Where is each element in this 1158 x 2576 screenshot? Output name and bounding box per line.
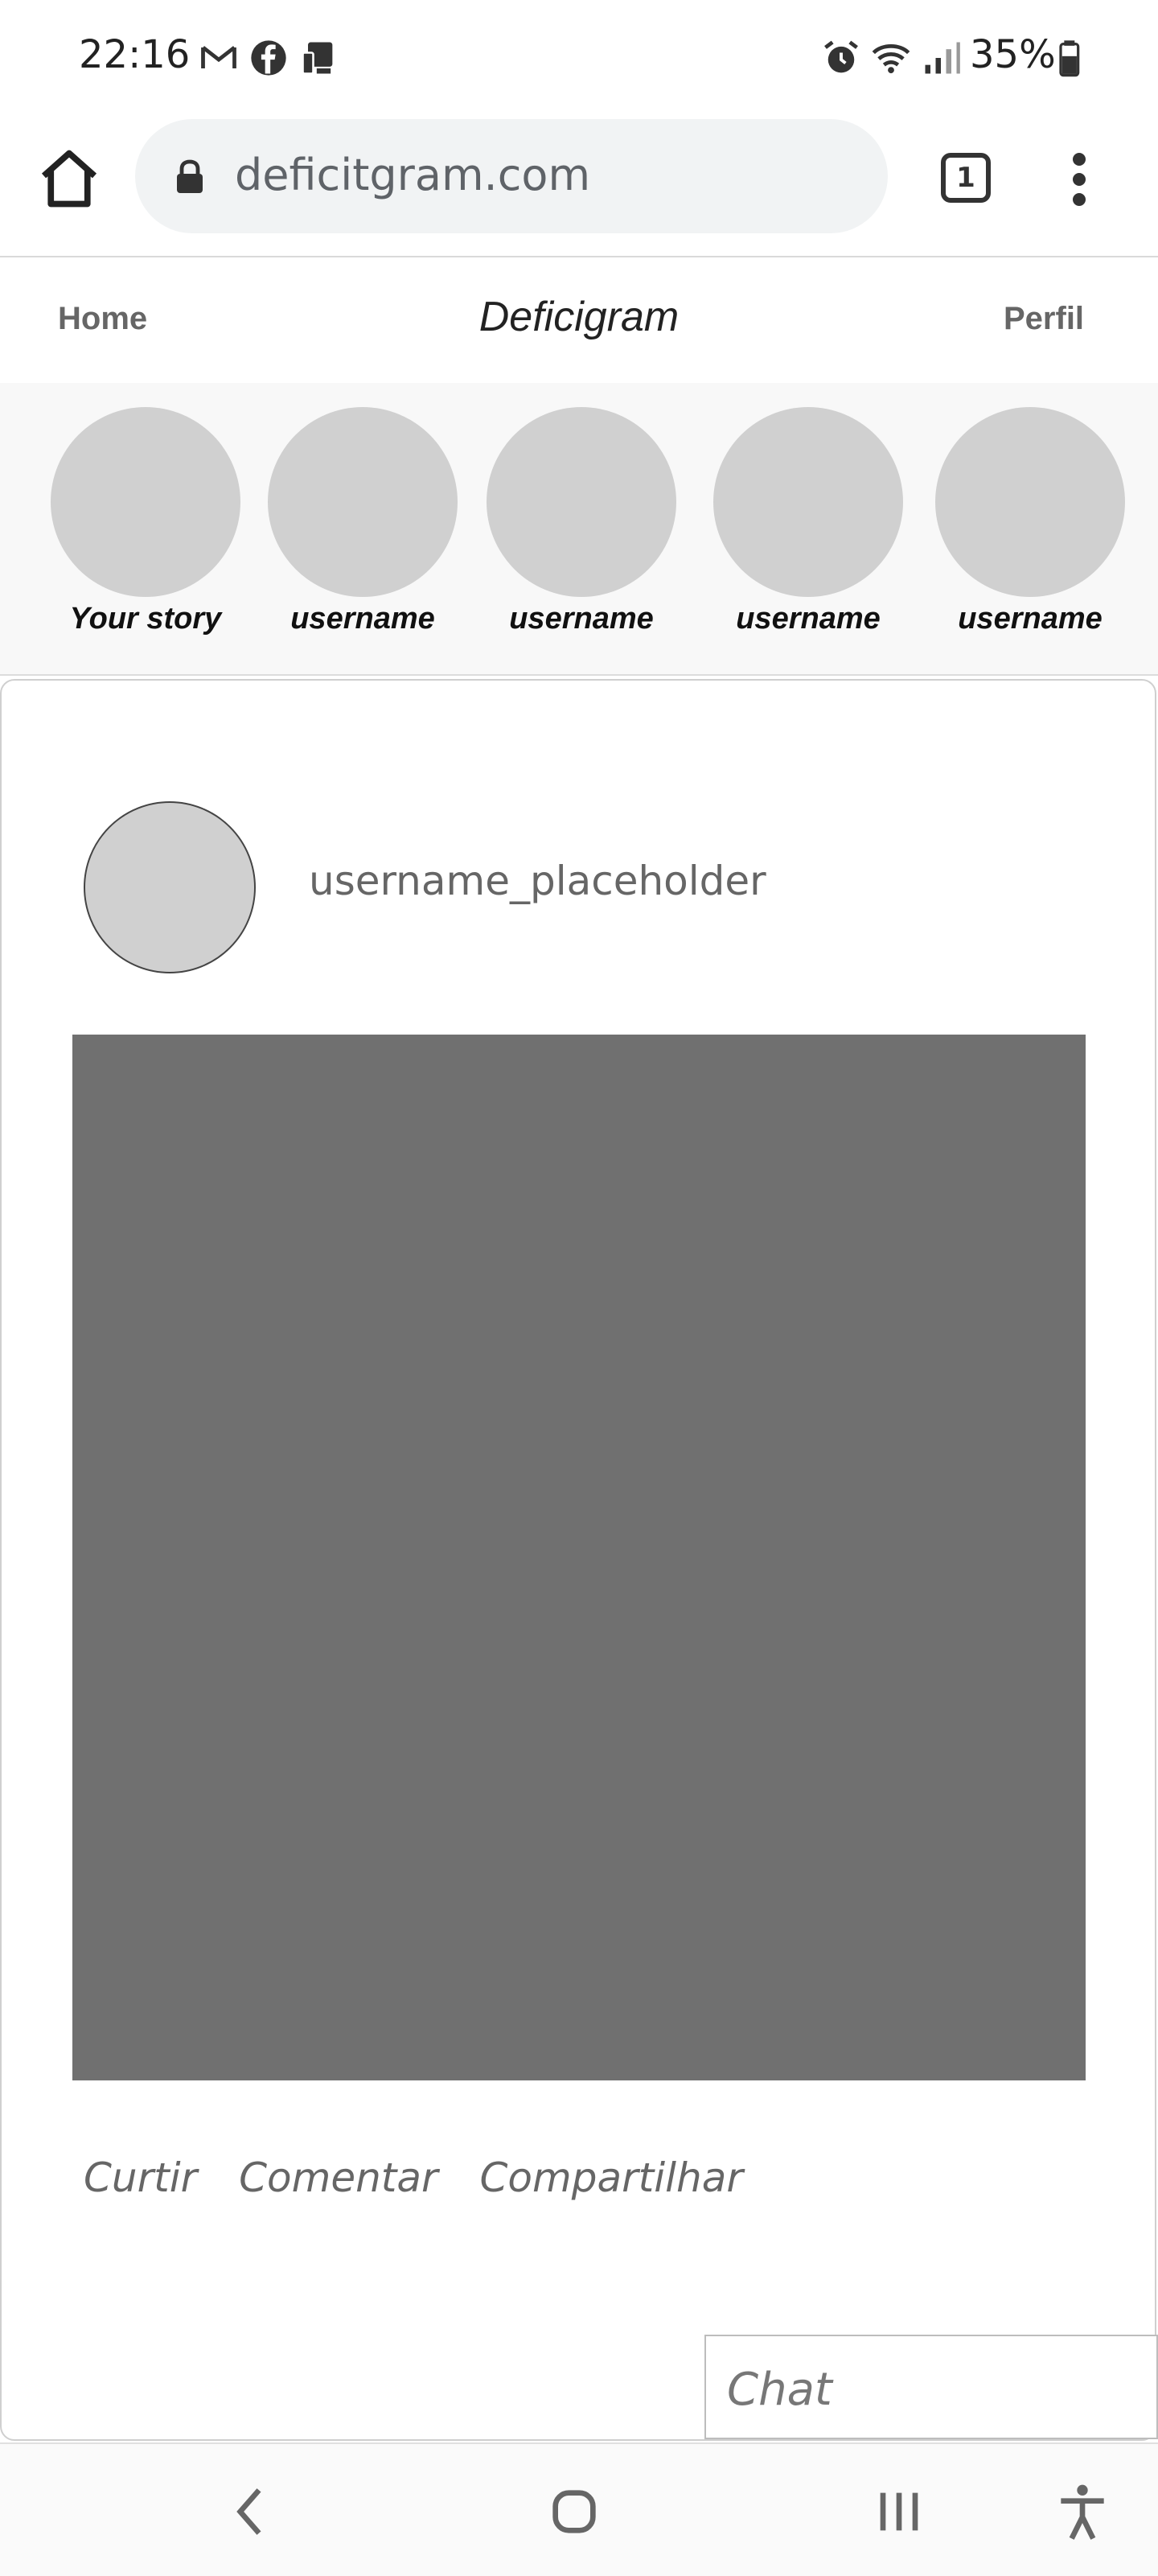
lock-icon: [177, 159, 203, 193]
more-options-icon[interactable]: [1060, 150, 1100, 209]
nav-profile-link[interactable]: Perfil: [1004, 301, 1084, 337]
share-button[interactable]: Compartilhar: [480, 2154, 743, 2201]
post-avatar[interactable]: [84, 801, 256, 973]
home-icon[interactable]: [35, 145, 103, 212]
signal-icon: [925, 42, 960, 74]
post-image[interactable]: [72, 1035, 1086, 2080]
gmail-icon: [201, 46, 236, 68]
story-avatar[interactable]: [713, 407, 903, 597]
story-item[interactable]: Your story: [45, 407, 246, 636]
back-icon[interactable]: [219, 2479, 283, 2544]
tab-switcher-button[interactable]: 1: [941, 153, 991, 203]
wifi-icon: [872, 44, 910, 74]
chat-box[interactable]: Chat: [704, 2335, 1158, 2439]
stories-bar: Your story username username username us…: [0, 383, 1158, 676]
story-avatar[interactable]: [487, 407, 676, 597]
story-avatar[interactable]: [935, 407, 1125, 597]
chat-label: Chat: [727, 2364, 832, 2416]
story-avatar[interactable]: [268, 407, 458, 597]
device-icon: [302, 42, 333, 75]
story-item[interactable]: username: [481, 407, 682, 636]
like-button[interactable]: Curtir: [84, 2154, 197, 2201]
story-label: username: [509, 602, 654, 636]
site-title: Deficigram: [478, 294, 680, 340]
battery-icon: [1059, 40, 1080, 77]
home-nav-icon[interactable]: [542, 2479, 606, 2544]
post-actions: Curtir Comentar Compartilhar: [84, 2154, 772, 2201]
recent-apps-icon[interactable]: [867, 2479, 931, 2544]
story-item[interactable]: username: [262, 407, 463, 636]
alarm-icon: [824, 40, 858, 73]
status-time: 22:16: [79, 32, 191, 77]
comment-button[interactable]: Comentar: [239, 2154, 437, 2201]
story-label: Your story: [69, 602, 222, 636]
post-username[interactable]: username_placeholder: [309, 858, 766, 904]
story-label: username: [958, 602, 1103, 636]
story-item[interactable]: username: [930, 407, 1131, 636]
story-item[interactable]: username: [708, 407, 909, 636]
accessibility-icon[interactable]: [1050, 2479, 1115, 2544]
story-avatar[interactable]: [51, 407, 240, 597]
facebook-icon: [251, 40, 286, 76]
battery-percent: 35%: [970, 32, 1056, 77]
story-label: username: [736, 602, 881, 636]
url-text[interactable]: deficitgram.com: [235, 150, 590, 200]
story-label: username: [290, 602, 435, 636]
